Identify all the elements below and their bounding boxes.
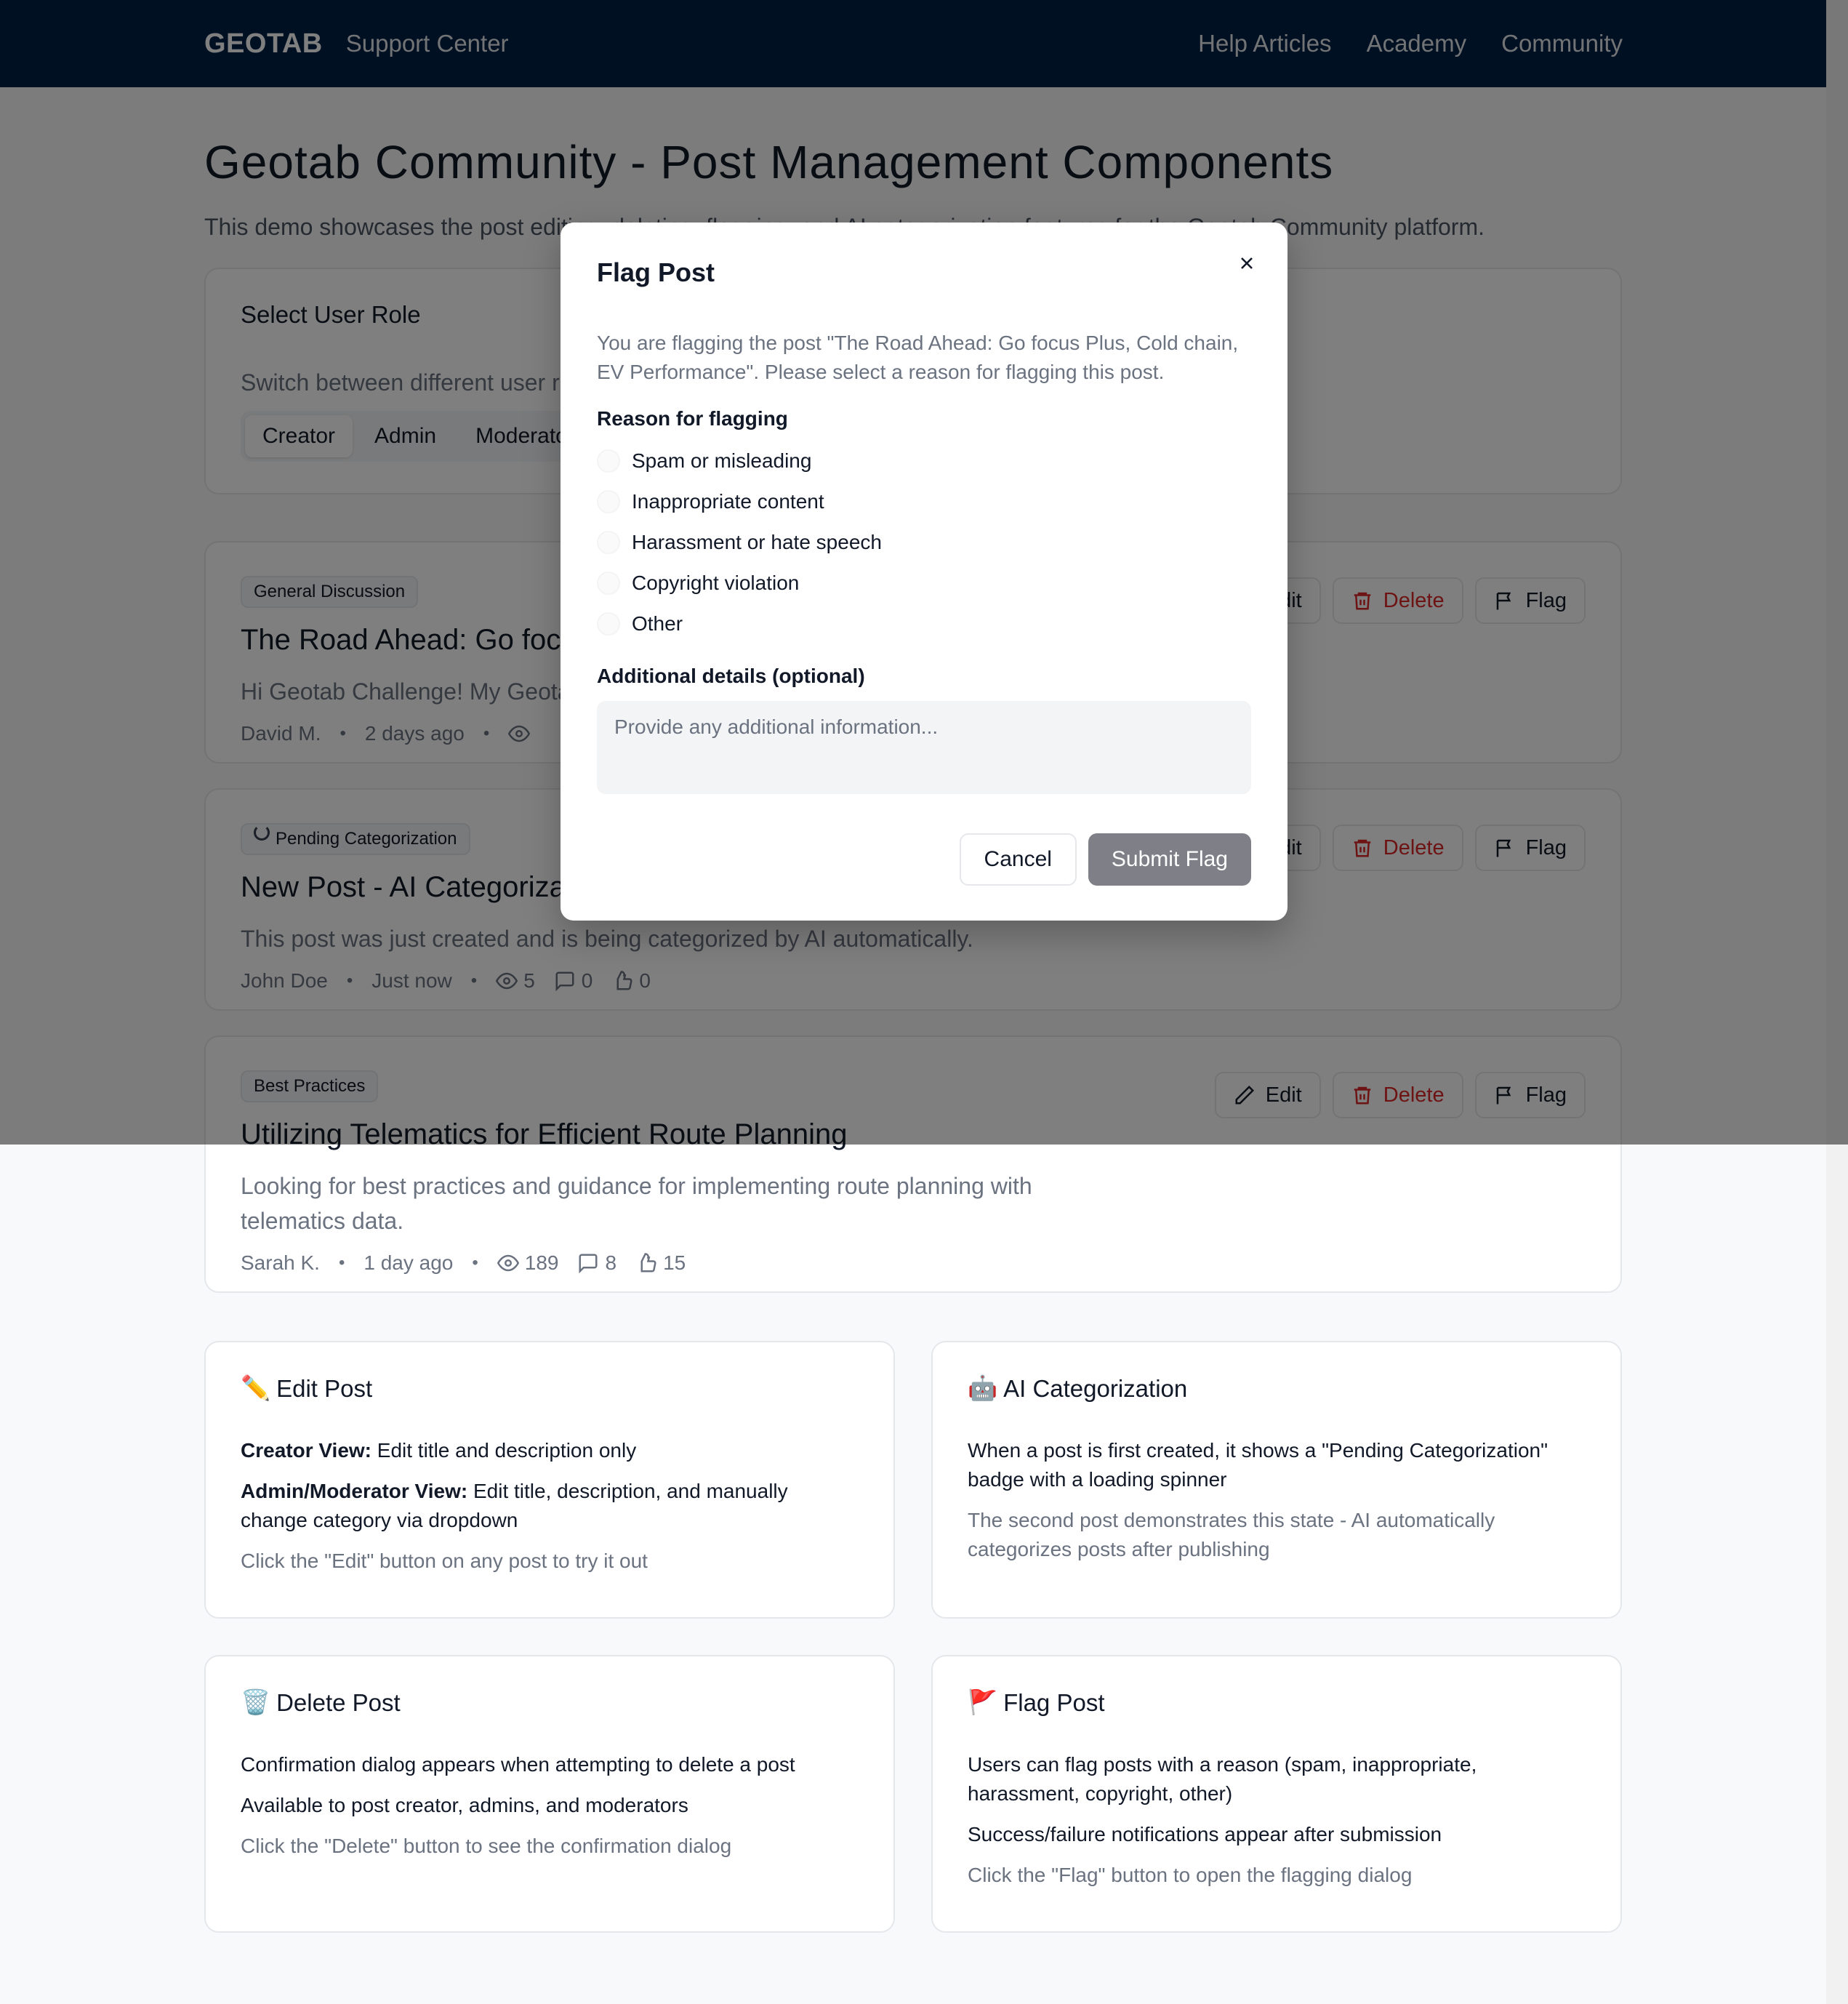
dialog-title: Flag Post — [597, 257, 715, 287]
delete-info-heading: Delete Post — [276, 1688, 401, 1716]
ai-info-line: When a post is first created, it shows a… — [968, 1439, 1548, 1491]
meta-separator: • — [338, 1253, 345, 1272]
radio-button[interactable] — [597, 612, 620, 636]
ai-categorization-info-card: 🤖 AI Categorization When a post is first… — [931, 1341, 1622, 1619]
edit-post-info-card: ✏️ Edit Post Creator View: Edit title an… — [204, 1341, 895, 1619]
creator-view-text: Edit title and description only — [377, 1439, 637, 1462]
creator-view-label: Creator View: — [241, 1439, 371, 1462]
views-count: 189 — [524, 1251, 559, 1274]
reason-option-inappropriate[interactable]: Inappropriate content — [597, 481, 1251, 522]
flag-info-hint: Click the "Flag" button to open the flag… — [968, 1864, 1413, 1886]
robot-emoji-icon: 🤖 — [968, 1374, 998, 1401]
likes-stat: 15 — [635, 1251, 686, 1275]
admin-view-label: Admin/Moderator View: — [241, 1480, 468, 1502]
edit-post-info-title: ✏️ Edit Post — [241, 1374, 859, 1403]
close-icon — [1241, 257, 1253, 269]
dialog-description: You are flagging the post "The Road Ahea… — [597, 332, 1239, 383]
dialog-actions: Cancel Submit Flag — [959, 833, 1251, 886]
reason-option-label: Other — [632, 612, 683, 635]
thumbs-up-icon — [640, 1253, 656, 1272]
post-body: Looking for best practices and guidance … — [241, 1173, 1032, 1234]
delete-info-line: Confirmation dialog appears when attempt… — [241, 1753, 795, 1776]
flag-info-title: 🚩 Flag Post — [968, 1688, 1586, 1717]
radio-button[interactable] — [597, 572, 620, 595]
views-stat: 189 — [497, 1251, 559, 1275]
delete-info-title: 🗑️ Delete Post — [241, 1688, 859, 1717]
ai-info-list: When a post is first created, it shows a… — [968, 1436, 1586, 1564]
wastebasket-emoji-icon: 🗑️ — [241, 1688, 271, 1715]
edit-post-info-list: Creator View: Edit title and description… — [241, 1436, 859, 1576]
flag-info-line: Users can flag posts with a reason (spam… — [968, 1753, 1477, 1805]
flag-post-dialog: Flag Post You are flagging the post "The… — [561, 223, 1287, 921]
details-label: Additional details (optional) — [597, 665, 865, 687]
delete-post-info-card: 🗑️ Delete Post Confirmation dialog appea… — [204, 1655, 895, 1933]
post-author: Sarah K. — [241, 1251, 320, 1274]
likes-count: 15 — [663, 1251, 686, 1274]
flag-info-heading: Flag Post — [1003, 1688, 1105, 1716]
reason-option-copyright[interactable]: Copyright violation — [597, 563, 1251, 604]
submit-flag-button[interactable]: Submit Flag — [1088, 833, 1251, 886]
eye-icon — [497, 1254, 519, 1272]
comment-icon — [579, 1254, 598, 1274]
reason-option-label: Inappropriate content — [632, 490, 824, 513]
creator-view-note: Creator View: Edit title and description… — [241, 1436, 859, 1465]
delete-info-hint: Click the "Delete" button to see the con… — [241, 1835, 732, 1857]
cancel-button[interactable]: Cancel — [959, 833, 1077, 886]
flag-info-list: Users can flag posts with a reason (spam… — [968, 1750, 1586, 1890]
close-button[interactable] — [1232, 249, 1261, 278]
radio-button[interactable] — [597, 490, 620, 513]
radio-button[interactable] — [597, 531, 620, 554]
post-time: 1 day ago — [363, 1251, 454, 1274]
edit-post-info-heading: Edit Post — [276, 1374, 373, 1402]
reason-option-harassment[interactable]: Harassment or hate speech — [597, 522, 1251, 563]
reason-label: Reason for flagging — [597, 407, 788, 430]
comments-stat: 8 — [577, 1251, 616, 1275]
red-flag-emoji-icon: 🚩 — [968, 1688, 998, 1715]
reason-option-label: Copyright violation — [632, 572, 800, 594]
reason-option-label: Spam or misleading — [632, 449, 812, 472]
meta-separator: • — [472, 1253, 478, 1272]
comments-count: 8 — [605, 1251, 617, 1274]
post-meta: Sarah K. • 1 day ago • 189 8 15 — [241, 1251, 1586, 1275]
edit-post-hint: Click the "Edit" button on any post to t… — [241, 1550, 648, 1572]
ai-info-heading: AI Categorization — [1003, 1374, 1188, 1402]
delete-info-line: Available to post creator, admins, and m… — [241, 1794, 688, 1816]
radio-button[interactable] — [597, 449, 620, 473]
ai-info-title: 🤖 AI Categorization — [968, 1374, 1586, 1403]
admin-view-note: Admin/Moderator View: Edit title, descri… — [241, 1477, 859, 1535]
additional-details-textarea[interactable] — [597, 701, 1251, 794]
flag-post-info-card: 🚩 Flag Post Users can flag posts with a … — [931, 1655, 1622, 1933]
ai-info-hint: The second post demonstrates this state … — [968, 1509, 1495, 1560]
reason-option-spam[interactable]: Spam or misleading — [597, 441, 1251, 481]
pencil-emoji-icon: ✏️ — [241, 1374, 271, 1401]
reason-option-other[interactable]: Other — [597, 604, 1251, 644]
delete-info-list: Confirmation dialog appears when attempt… — [241, 1750, 859, 1861]
reason-option-label: Harassment or hate speech — [632, 531, 882, 553]
flag-info-line: Success/failure notifications appear aft… — [968, 1823, 1442, 1845]
reason-radio-group: Spam or misleading Inappropriate content… — [597, 441, 1251, 644]
